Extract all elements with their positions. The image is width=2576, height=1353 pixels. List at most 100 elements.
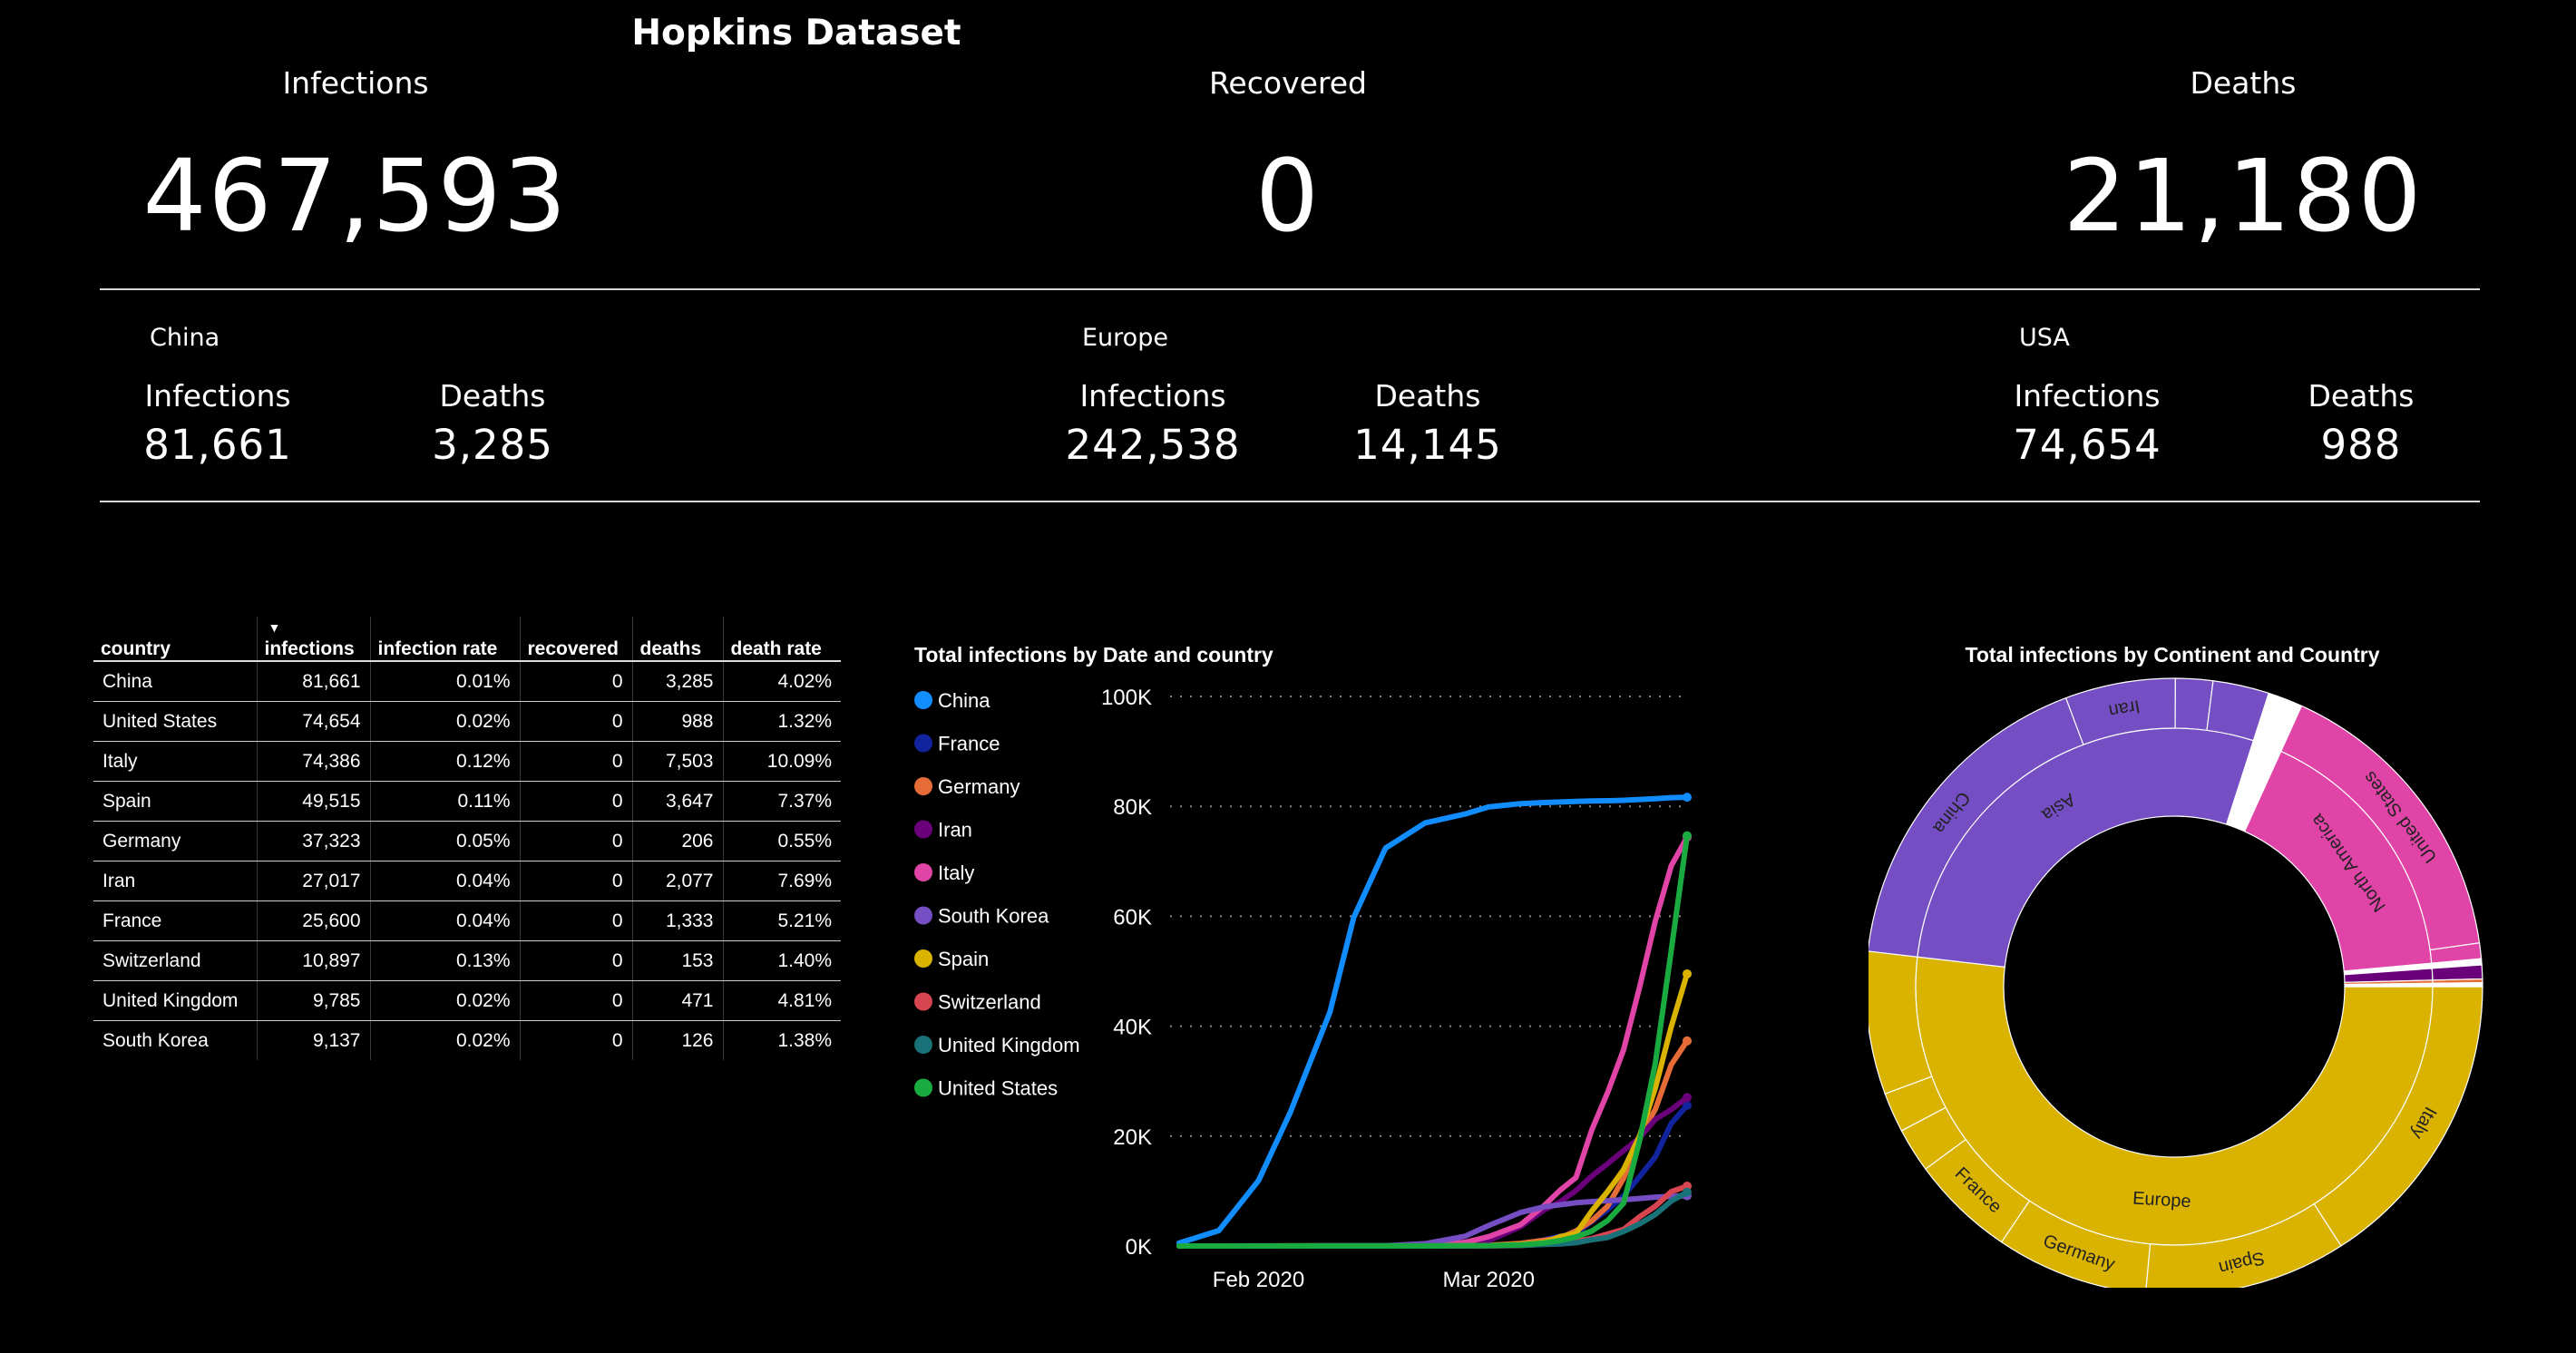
table-cell-recovered: 0: [519, 701, 632, 742]
legend-marker[interactable]: [914, 992, 932, 1011]
table-cell-infections: 74,386: [256, 741, 370, 782]
legend-marker[interactable]: [914, 777, 932, 795]
region-infections-label: Infections: [2014, 378, 2161, 414]
table-cell-country: Iran: [93, 861, 257, 901]
table-cell-country: United Kingdom: [93, 980, 257, 1021]
series-line-france[interactable]: [1176, 1102, 1690, 1249]
table-cell-deaths: 3,647: [631, 781, 723, 822]
table-cell-death-rate: 10.09%: [722, 741, 841, 782]
legend-marker[interactable]: [914, 1036, 932, 1054]
table-row[interactable]: Spain 49,515 0.11% 0 3,647 7.37%: [93, 781, 841, 822]
table-row[interactable]: Germany 37,323 0.05% 0 206 0.55%: [93, 821, 841, 861]
table-cell-infection-rate: 0.11%: [369, 781, 520, 822]
column-header-infection-rate[interactable]: infection rate: [369, 617, 520, 662]
legend-marker[interactable]: [914, 820, 932, 839]
series-end-point[interactable]: [1683, 1036, 1692, 1046]
table-cell-infections: 25,600: [256, 900, 370, 941]
table-row[interactable]: United States 74,654 0.02% 0 988 1.32%: [93, 701, 841, 742]
legend-label[interactable]: Italy: [938, 861, 974, 884]
table-cell-deaths: 3,285: [631, 661, 723, 702]
table-row[interactable]: China 81,661 0.01% 0 3,285 4.02%: [93, 661, 841, 702]
legend-label[interactable]: United States: [938, 1077, 1058, 1100]
column-header-death-rate[interactable]: death rate: [722, 617, 841, 662]
series-end-point[interactable]: [1683, 793, 1692, 803]
table-cell-deaths: 126: [631, 1020, 723, 1060]
table-cell-deaths: 206: [631, 821, 723, 861]
table-cell-recovered: 0: [519, 940, 632, 981]
sunburst-chart[interactable]: EuropeAsiaNorth AmericaItalySpainGermany…: [1869, 671, 2485, 1288]
column-header-recovered[interactable]: recovered: [519, 617, 632, 662]
line-chart[interactable]: 0K 20K 40K 60K 80K 100K Feb 2020 Mar 2020 China F…: [898, 671, 1723, 1306]
table-cell-infections: 9,137: [256, 1020, 370, 1060]
legend-label[interactable]: South Korea: [938, 905, 1049, 928]
legend-marker[interactable]: [914, 691, 932, 709]
column-header-country[interactable]: country: [93, 617, 257, 662]
table-cell-infection-rate: 0.01%: [369, 661, 520, 702]
legend-marker[interactable]: [914, 949, 932, 968]
page-title: Hopkins Dataset: [631, 13, 961, 54]
legend-marker[interactable]: [914, 1078, 932, 1097]
column-header-deaths[interactable]: deaths: [631, 617, 723, 662]
legend-label[interactable]: France: [938, 733, 1000, 755]
sunburst-chart-title: Total infections by Continent and Countr…: [1965, 643, 2380, 667]
table-cell-country: South Korea: [102, 1029, 209, 1051]
x-tick-label: Feb 2020: [1213, 1268, 1304, 1292]
y-tick-label: 40K: [1113, 1016, 1152, 1040]
table-cell-infections: 81,661: [256, 661, 370, 702]
series-end-point[interactable]: [1683, 969, 1692, 978]
table-row[interactable]: Iran 27,017 0.04% 0 2,077 7.69%: [93, 861, 841, 901]
table-cell-recovered: 0: [519, 661, 632, 702]
table-cell-infection-rate: 0.13%: [369, 940, 520, 981]
table-cell-infections: 37,323: [256, 821, 370, 861]
legend-marker[interactable]: [914, 863, 932, 881]
series-line-china[interactable]: [1176, 794, 1690, 1246]
legend-label[interactable]: China: [938, 689, 990, 712]
table-cell-recovered: 0: [519, 781, 632, 822]
table-row[interactable]: Italy 74,386 0.12% 0 7,503 10.09%: [93, 741, 841, 782]
table-cell-recovered: 0: [519, 861, 632, 901]
region-deaths-label: Deaths: [1374, 378, 1481, 414]
table-cell-deaths: 153: [631, 940, 723, 981]
table-cell-death-rate: 1.38%: [722, 1020, 841, 1060]
table-cell-country: Germany: [93, 821, 257, 861]
kpi-infections-value: 467,593: [142, 138, 569, 254]
region-infections-value: 81,661: [143, 421, 292, 469]
table-cell-infections: 9,785: [256, 980, 370, 1021]
region-deaths-value: 14,145: [1353, 421, 1502, 469]
table-row[interactable]: South Korea 9,137 0.02% 0 126 1.38%: [93, 1020, 841, 1060]
legend-label[interactable]: Switzerland: [938, 991, 1041, 1014]
table-cell-infections: 49,515: [256, 781, 370, 822]
legend-label[interactable]: Iran: [938, 819, 972, 842]
legend-label[interactable]: Spain: [938, 948, 989, 970]
column-header-infections[interactable]: infections ▼: [256, 617, 370, 662]
table-cell-deaths: 7,503: [631, 741, 723, 782]
sort-descending-icon: ▼: [268, 620, 281, 635]
inner-segment-label: Europe: [2132, 1189, 2192, 1212]
y-tick-label: 60K: [1113, 905, 1152, 930]
series-line-iran[interactable]: [1176, 1095, 1690, 1249]
table-cell-infections: 74,654: [256, 701, 370, 742]
legend-marker[interactable]: [914, 734, 932, 753]
series-end-point[interactable]: [1683, 831, 1692, 841]
series-end-point[interactable]: [1683, 1187, 1692, 1197]
table-header-row: country infections ▼ infection rate recov…: [93, 617, 841, 662]
region-infections-value: 242,538: [1065, 421, 1241, 469]
table-row[interactable]: United Kingdom 9,785 0.02% 0 471 4.81%: [93, 980, 841, 1021]
region-name: Europe: [1082, 324, 1168, 352]
legend-marker[interactable]: [914, 906, 932, 925]
table-cell-death-rate: 0.55%: [722, 821, 841, 861]
table-row[interactable]: France 25,600 0.04% 0 1,333 5.21%: [93, 900, 841, 941]
table-cell-infection-rate: 0.12%: [369, 741, 520, 782]
outer-ring-segment[interactable]: [2432, 982, 2483, 988]
x-tick-label: Mar 2020: [1443, 1268, 1535, 1292]
legend-label[interactable]: Germany: [938, 775, 1020, 798]
region-deaths-value: 988: [2320, 421, 2402, 469]
table-row[interactable]: Switzerland 10,897 0.13% 0 153 1.40%: [93, 940, 841, 981]
legend-label[interactable]: United Kingdom: [938, 1034, 1080, 1056]
table-cell-deaths: 471: [631, 980, 723, 1021]
y-tick-label: 80K: [1113, 795, 1152, 820]
table-cell-death-rate: 7.69%: [722, 861, 841, 901]
inner-ring-segment[interactable]: [2344, 982, 2434, 988]
country-table: country infections ▼ infection rate recov…: [93, 617, 841, 1060]
series-end-point[interactable]: [1683, 1093, 1692, 1103]
